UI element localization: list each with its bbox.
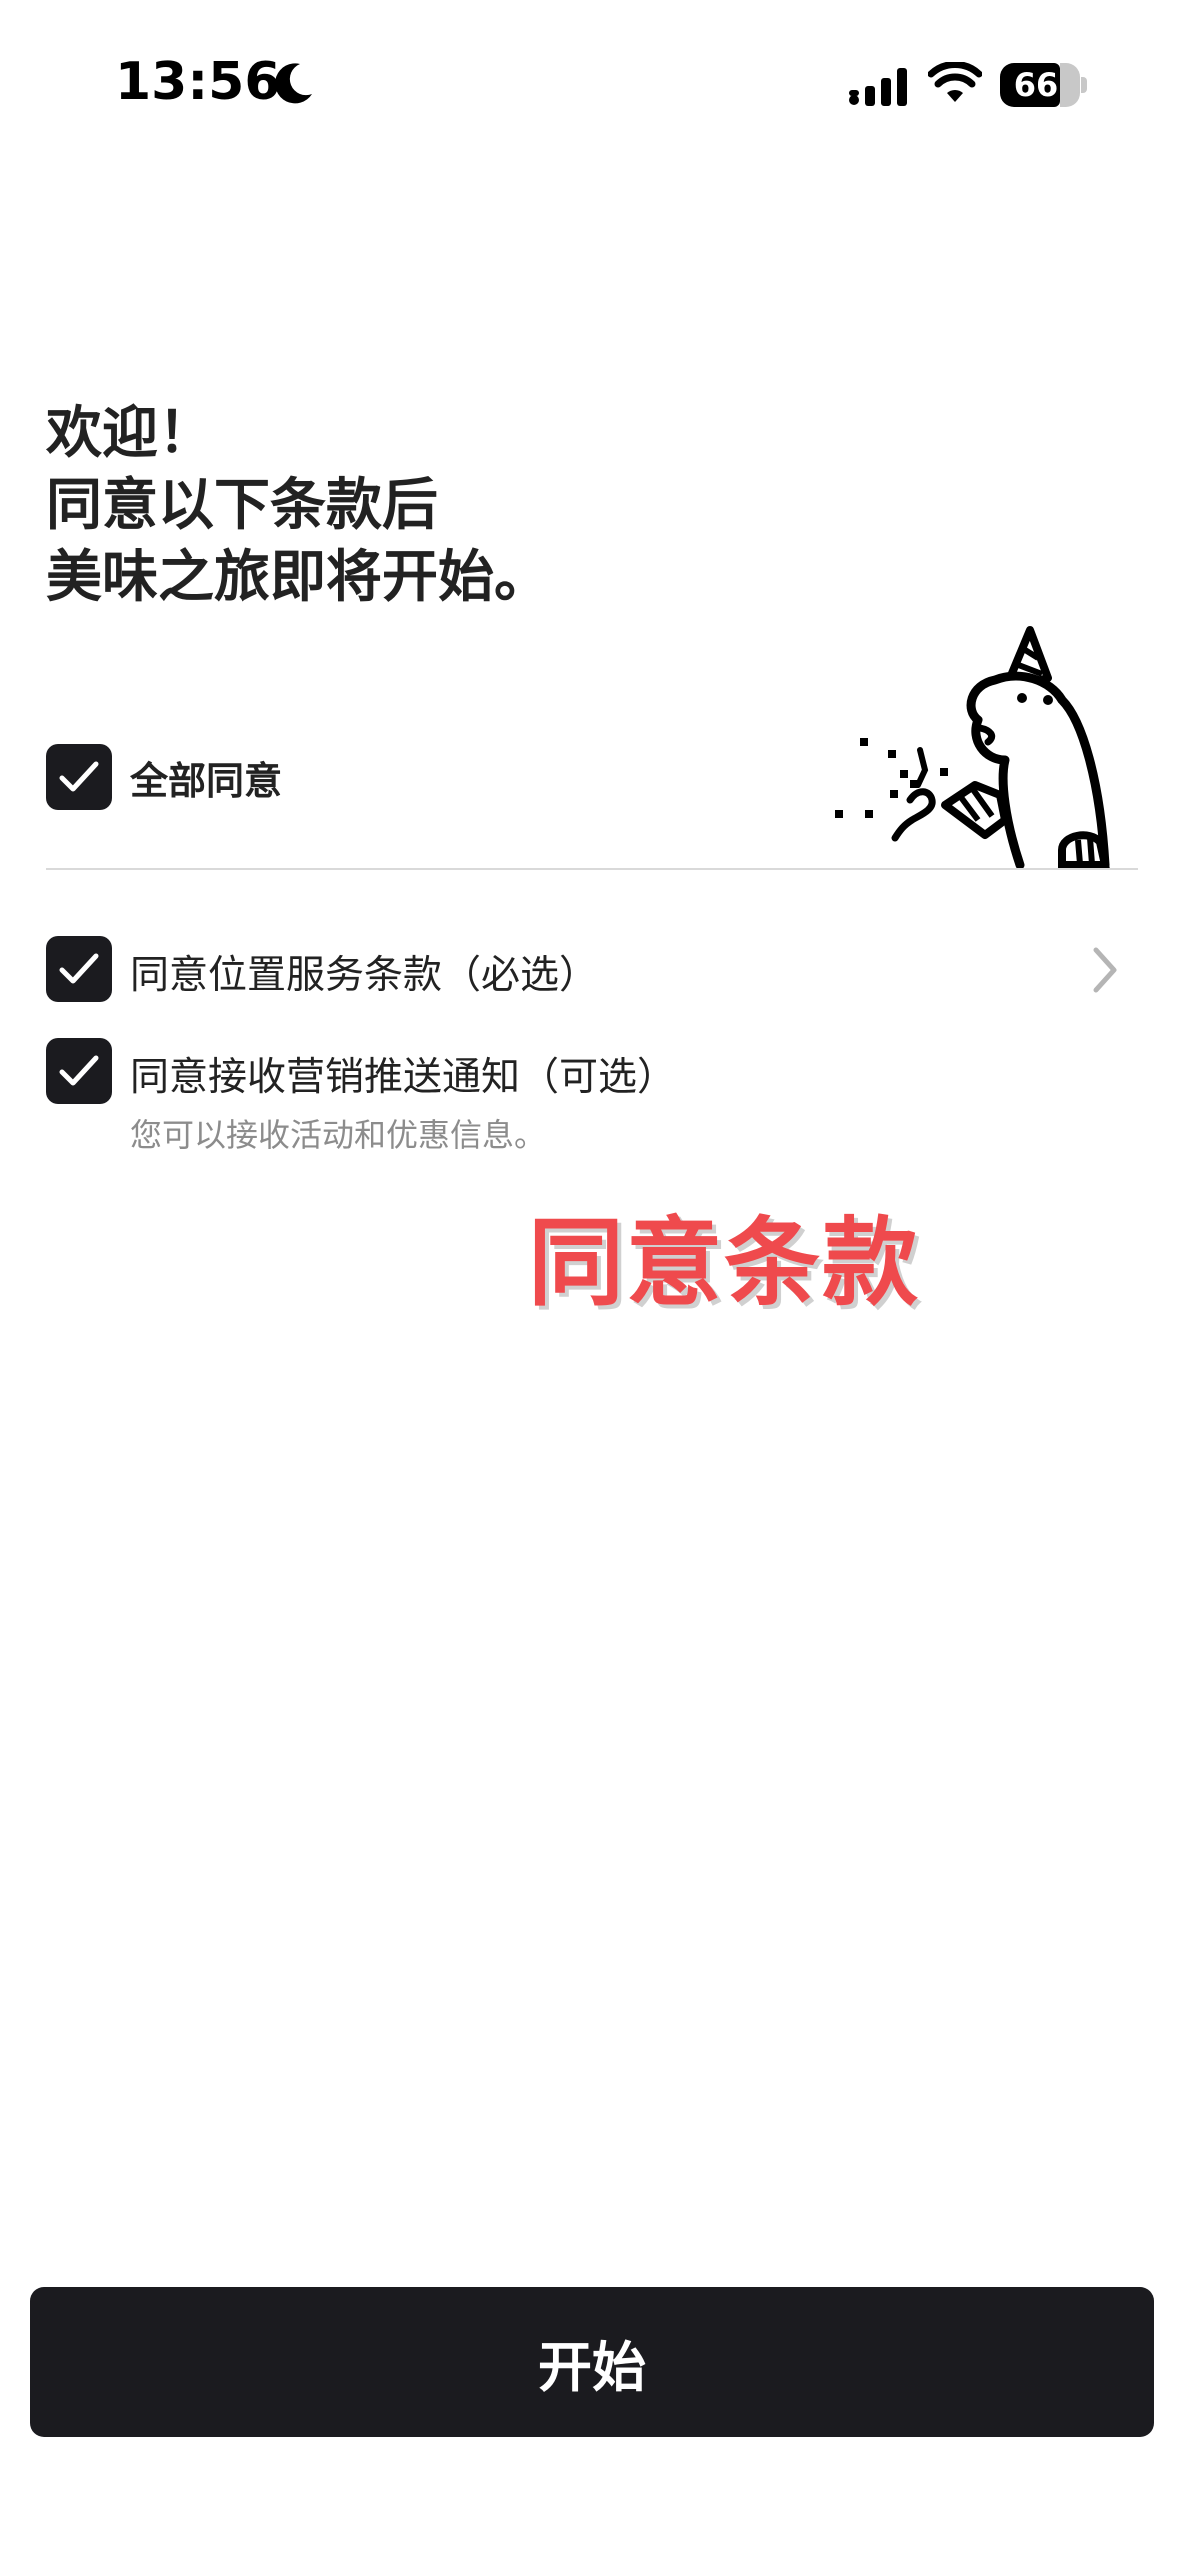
location-terms-label[interactable]: 同意位置服务条款（必选） <box>130 944 598 1000</box>
battery-indicator: 66 <box>1000 63 1087 107</box>
welcome-line-1: 欢迎！ <box>46 401 214 466</box>
location-terms-checkbox[interactable] <box>46 936 112 1002</box>
welcome-heading: 欢迎！ 同意以下条款后 美味之旅即将开始。 <box>46 398 550 614</box>
moon-icon <box>275 63 312 104</box>
welcome-line-3: 美味之旅即将开始。 <box>46 545 550 610</box>
marketing-push-label[interactable]: 同意接收营销推送通知（可选） <box>130 1046 676 1102</box>
mascot-illustration <box>835 626 1110 870</box>
wifi-icon <box>928 62 982 102</box>
divider <box>46 868 1138 870</box>
overlay-caption: 同意条款 <box>528 1207 920 1319</box>
check-icon <box>59 1055 99 1086</box>
battery-level-text: 66 <box>1013 66 1059 104</box>
start-button[interactable]: 开始 <box>30 2287 1154 2437</box>
marketing-push-description: 您可以接收活动和优惠信息。 <box>130 1116 547 1154</box>
agree-all-label[interactable]: 全部同意 <box>130 750 282 805</box>
agree-all-checkbox[interactable] <box>46 744 112 810</box>
check-icon <box>59 761 99 792</box>
welcome-line-2: 同意以下条款后 <box>46 473 438 538</box>
marketing-push-checkbox[interactable] <box>46 1038 112 1104</box>
check-icon <box>59 953 99 984</box>
cellular-signal-icon <box>849 68 907 106</box>
chevron-right-icon[interactable] <box>1088 944 1122 996</box>
status-time: 13:56 <box>115 52 281 112</box>
